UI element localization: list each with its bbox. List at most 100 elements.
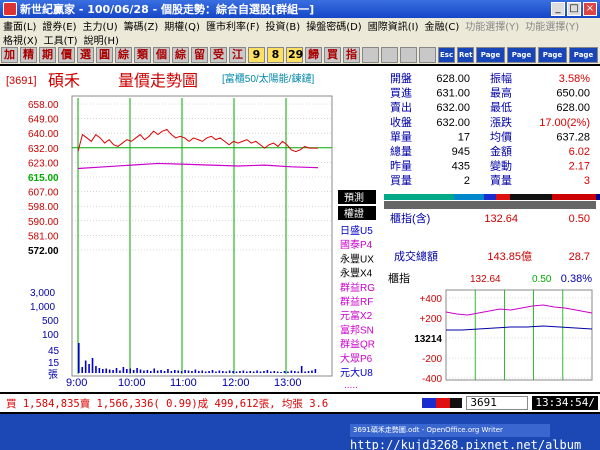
chart-svg: [3691] 碩禾 量價走勢圖 [富櫃50/太陽能/鍊鏈] 658.00 649.00 64… <box>4 71 600 391</box>
toolbar-button[interactable]: Page Up <box>476 47 505 73</box>
toolbar-button[interactable]: 留 <box>191 47 208 63</box>
volume-bar <box>136 368 138 373</box>
volume-bar <box>98 368 101 373</box>
menu-item[interactable]: 投資(B) <box>263 18 304 33</box>
quote-value: 3.58% <box>559 73 590 85</box>
time-tick-label: 13:00 <box>274 377 302 389</box>
menu-item[interactable]: 匯市利率(F) <box>203 18 263 33</box>
toolbar-button[interactable]: 圓 <box>96 47 113 63</box>
menu-item[interactable]: 期權(Q) <box>161 18 203 33</box>
menu-item[interactable]: 國際資訊(I) <box>365 18 422 33</box>
volume-bar <box>163 371 166 373</box>
volume-bar <box>139 369 142 373</box>
quote-value: 628.00 <box>436 73 470 85</box>
menu-row-2: 格視(X) 工具(T) 說明(H) <box>0 32 600 47</box>
mini-index-pct: 0.38% <box>561 273 592 285</box>
volume-bar <box>150 371 152 373</box>
volume-bar <box>167 369 169 373</box>
menu-item[interactable]: 主力(U) <box>80 18 121 33</box>
menu-item[interactable]: 說明(H) <box>81 32 122 47</box>
plot-frame <box>71 95 333 377</box>
menu-item[interactable]: 工具(T) <box>41 32 81 47</box>
turnover-change: 28.7 <box>569 251 590 263</box>
quote-label: 昨量 <box>390 160 412 173</box>
volume-tick-label: 100 <box>42 330 59 341</box>
window-title: 新世紀贏家 - 100/06/28 - 個股走勢：綜合自選股[群組一] <box>20 3 315 16</box>
quote-value: 632.00 <box>436 117 470 129</box>
menu-item[interactable]: 操盤密碼(D) <box>303 18 365 33</box>
quote-value: 3 <box>584 175 590 187</box>
chart-title: 量價走勢圖 <box>118 71 198 90</box>
toolbar-button[interactable]: 價 <box>58 47 75 63</box>
mini-index-value: 132.64 <box>470 274 501 285</box>
volume-bar <box>228 370 231 373</box>
menu-item[interactable]: 畫面(L) <box>0 18 39 33</box>
price-tick-label: 615.00 <box>28 173 59 184</box>
toolbar-button[interactable]: 選 <box>77 47 94 63</box>
quote-value: 435 <box>452 161 470 173</box>
minimize-button[interactable]: _ <box>551 2 565 16</box>
index-value: 132.64 <box>484 213 518 225</box>
toolbar-button[interactable] <box>381 47 398 63</box>
toolbar-button[interactable]: 綜 <box>115 47 132 63</box>
menu-item[interactable]: 金融(C) <box>421 18 462 33</box>
volume-bar <box>187 370 190 373</box>
menu-item[interactable]: 籌碼(Z) <box>121 18 162 33</box>
maximize-button[interactable]: □ <box>567 2 581 16</box>
menu-item[interactable]: 證券(E) <box>39 18 79 33</box>
volume-tick-label: 張 <box>48 369 58 381</box>
volume-bar <box>122 367 125 373</box>
volume-bar <box>160 370 162 373</box>
volume-bar <box>84 360 87 373</box>
menu-item[interactable]: 功能選擇(Y) <box>462 18 522 33</box>
toolbar-button[interactable]: 類 <box>134 47 151 63</box>
toolbar-button[interactable]: 歸 <box>305 47 322 63</box>
toolbar-button[interactable]: Esc <box>438 47 455 63</box>
toolbar-button[interactable] <box>362 47 379 63</box>
volume-bar <box>266 370 269 373</box>
volume-bar <box>256 370 258 373</box>
toolbar-button[interactable] <box>400 47 417 63</box>
bid-ask-strip-segment <box>454 194 484 200</box>
stock-code-input[interactable]: 3691 <box>466 396 529 410</box>
watermark-url: http://kujd3268.pixnet.net/album <box>350 438 582 450</box>
volume-bar <box>170 371 173 373</box>
volume-tick-label: 15 <box>48 358 60 369</box>
quote-value: 945 <box>452 146 470 158</box>
toolbar-button[interactable]: Page Dn <box>568 47 598 73</box>
volume-bar <box>270 371 272 373</box>
taskbar-task[interactable]: 3691碩禾走勢圖.odt - OpenOffice.org Writer <box>350 424 550 437</box>
menu-item[interactable]: 格視(X) <box>0 32 41 47</box>
toolbar-button[interactable]: 買 <box>324 47 341 63</box>
volume-bar <box>204 371 207 373</box>
toolbar-button[interactable]: 期 <box>39 47 56 63</box>
volume-bar <box>283 371 286 373</box>
volume-bar <box>198 371 200 373</box>
toolbar-button[interactable]: Ret <box>457 47 474 63</box>
volume-bar <box>239 371 241 373</box>
toolbar-button[interactable] <box>419 47 436 63</box>
turnover-label: 成交總額 <box>394 249 438 263</box>
index-label: 櫃指(含) <box>390 211 430 225</box>
toolbar-button[interactable]: 9 <box>248 47 265 63</box>
toolbar-button[interactable]: Page Up <box>538 47 567 73</box>
toolbar-button[interactable]: 江 <box>229 47 246 63</box>
volume-bar <box>126 369 128 373</box>
toolbar-button[interactable]: 精 <box>20 47 37 63</box>
toolbar-button[interactable]: 加 <box>1 47 18 63</box>
close-button[interactable]: × <box>583 2 597 16</box>
toolbar-button[interactable]: 29 <box>286 47 303 63</box>
toolbar-button[interactable]: 受 <box>210 47 227 63</box>
toolbar-button[interactable]: 綜 <box>172 47 189 63</box>
toolbar-button[interactable]: 個 <box>153 47 170 63</box>
volume-bar <box>246 371 248 373</box>
price-tick-label: 607.00 <box>28 188 59 199</box>
menu-item[interactable]: 功能選擇(Y) <box>522 18 582 33</box>
toolbar-button[interactable]: 指 <box>343 47 360 63</box>
toolbar-button[interactable]: 8 <box>267 47 284 63</box>
volume-bar <box>95 366 97 373</box>
volume-bar <box>105 368 108 373</box>
toolbar-button[interactable]: Page Dn <box>506 47 536 73</box>
price-tick-label: 649.00 <box>28 115 59 126</box>
quote-line: 買 1,584,835賣 1,566,336( 0.99)成 499,612張,… <box>6 397 329 410</box>
